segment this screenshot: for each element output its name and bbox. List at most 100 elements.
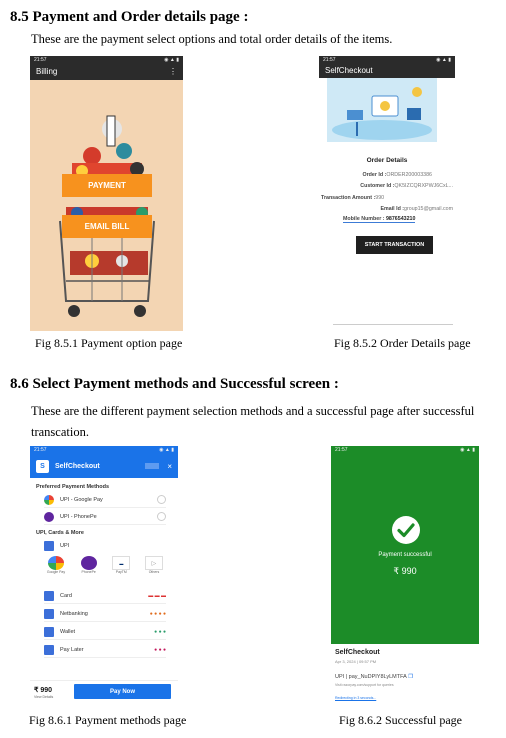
pref-gpay-row[interactable]: UPI - Google Pay [44,492,166,508]
upi-icon [44,541,54,551]
pay-footer: ₹ 990 View Details Pay Now [30,680,178,706]
app-bar: SelfCheckout [319,64,455,76]
method-wallet-row[interactable]: Wallet ● ● ● [44,624,166,640]
payment-illustration [327,78,437,142]
caption-fig-8-5-1: Fig 8.5.1 Payment option page [35,336,183,350]
merchant-logo: S [36,459,49,473]
payment-date: Apr 3, 2024 | 09:57 PM [335,659,377,664]
card-brands-icon: ▬ ▬ ▬ [148,592,166,599]
status-icons: ◉ ▲ ▮ [164,57,179,63]
status-time: 21:57 [335,447,348,453]
status-icons: ◉ ▲ ▮ [460,447,475,453]
status-time: 21:57 [323,57,336,63]
mobile-row[interactable]: Mobile Number : 9876543210 [343,216,416,223]
app-label: Google Pay [46,570,66,574]
customer-id-row: Customer Id :QK5IZCQRXPWJ6CxL... [360,183,453,189]
section-text-8-6-line1: These are the different payment selectio… [31,404,475,418]
view-details-link[interactable]: View Details [34,695,53,699]
redirect-text: Redirecting in 3 seconds... [335,696,377,700]
app-header: 21:57 ◉ ▲ ▮ Billing ⋮ [30,56,183,80]
copy-icon[interactable]: ❐ [408,674,413,680]
method-card-row[interactable]: Card ▬ ▬ ▬ [44,588,166,604]
pref-phonepe-label: UPI - PhonePe [60,513,97,520]
radio-icon[interactable] [157,512,166,521]
amount-label: Transaction Amount : [321,195,376,201]
paytm-icon: ▬ [112,556,131,570]
app-title: Billing [36,66,58,76]
section-text-8-5: These are the payment select options and… [31,32,393,46]
success-amount: ₹ 990 [393,566,417,576]
order-id-row: Order Id :ORDER200003386 [363,172,433,178]
nav-divider [333,324,453,325]
google-pay-icon [48,556,64,570]
app-paytm[interactable]: ▬ PayTM [109,556,133,584]
upi-label: UPI [60,543,70,549]
email-bill-button[interactable]: EMAIL BILL [62,215,152,238]
pay-now-button[interactable]: Pay Now [74,684,171,699]
upi-arrow-icon: ▷ [144,556,163,570]
app-label: PhonePe [81,570,96,574]
section-heading-8-5: 8.5 Payment and Order details page : [10,9,249,25]
caption-fig-8-6-1: Fig 8.6.1 Payment methods page [29,713,187,727]
method-netbanking-label: Netbanking [60,610,88,617]
google-pay-icon [44,494,54,505]
pref-gpay-label: UPI - Google Pay [60,496,103,503]
check-circle-icon [392,516,420,544]
merchant-name: SelfCheckout [335,649,380,656]
menu-icon[interactable]: ⋮ [169,67,177,76]
app-others[interactable]: ▷ Others [142,556,166,584]
phonepe-icon [80,556,97,570]
app-bar: Billing ⋮ [30,64,183,78]
app-google-pay[interactable]: Google Pay [44,556,68,584]
caption-fig-8-6-2: Fig 8.6.2 Successful page [339,713,462,727]
close-icon[interactable]: × [167,462,172,471]
payment-reference: UPI | pay_NuDPIY8LyLMTFA ❐ [335,674,413,680]
app-label: PayTM [115,570,127,574]
upi-cards-heading: UPI, Cards & More [36,530,84,536]
order-details-screen: 21:57 ◉ ▲ ▮ SelfCheckout Order Details O… [319,56,455,326]
mobile-label: Mobile Number : [343,216,386,222]
order-id-label: Order Id : [362,172,387,178]
status-bar: 21:57 ◉ ▲ ▮ [331,446,479,454]
status-icons: ◉ ▲ ▮ [159,447,174,453]
payment-success-screen: 21:57 ◉ ▲ ▮ Payment successful ₹ 990 Sel… [331,446,479,704]
status-bar: 21:57 ◉ ▲ ▮ [319,56,455,64]
wallet-logos-icon: ● ● ● [154,628,166,635]
caption-fig-8-5-2: Fig 8.5.2 Order Details page [334,336,471,350]
app-phonepe[interactable]: PhonePe [77,556,101,584]
section-text-8-6-line2: transcation. [31,425,89,439]
amount-row: Transaction Amount :990 [321,195,384,201]
bank-logos-icon: ● ● ● ● [149,610,166,617]
email-label: Email Id : [380,206,405,212]
radio-icon[interactable] [157,495,166,504]
order-details-heading: Order Details [366,157,408,164]
method-paylater-label: Pay Later [60,646,84,653]
method-wallet-label: Wallet [60,628,76,635]
app-title: SelfCheckout [325,65,373,75]
payment-reference-text: UPI | pay_NuDPIY8LyLMTFA [335,674,407,680]
status-time: 21:57 [34,447,47,453]
wallet-icon [44,626,54,637]
email-row: Email Id :group15@gmail.com [381,206,454,212]
pref-phonepe-row[interactable]: UPI - PhonePe [44,509,166,525]
section-heading-8-6: 8.6 Select Payment methods and Successfu… [10,376,339,392]
status-time: 21:57 [34,57,47,63]
method-netbanking-row[interactable]: Netbanking ● ● ● ● [44,606,166,622]
method-card-label: Card [60,592,72,599]
customer-id-label: Customer Id : [360,183,395,189]
support-text: Visit razorpay.com/support for queries [335,683,394,687]
start-transaction-button[interactable]: START TRANSACTION [356,236,433,254]
email-value: group15@gmail.com [404,206,453,212]
payment-button[interactable]: PAYMENT [62,174,152,197]
status-icons: ◉ ▲ ▮ [436,57,451,63]
bank-icon [44,608,54,619]
upi-apps: Google Pay PhonePe ▬ PayTM ▷ Others [44,556,166,584]
upi-row[interactable]: UPI [44,538,166,554]
card-icon [44,590,54,601]
language-toggle[interactable] [145,463,160,469]
paylater-logos-icon: ● ● ● [154,646,166,653]
phonepe-icon [44,511,54,522]
app-label: Others [148,570,160,574]
method-paylater-row[interactable]: Pay Later ● ● ● [44,642,166,658]
mobile-value: 9876543210 [385,216,416,222]
